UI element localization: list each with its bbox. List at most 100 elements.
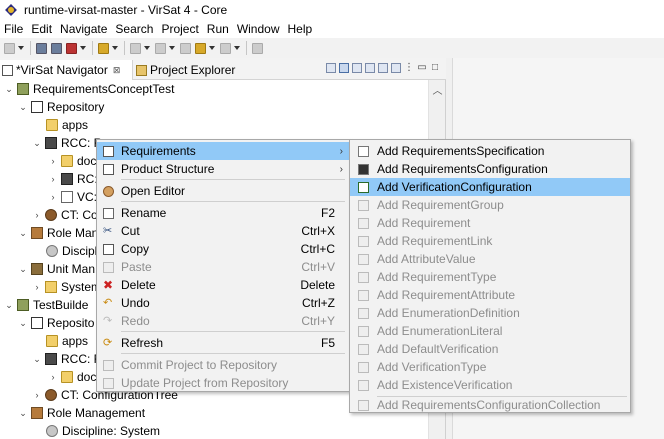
tree-item[interactable]: › RC: (48, 170, 98, 188)
menu-item-copy[interactable]: Copy Ctrl+C (97, 240, 349, 258)
menu-item-refresh[interactable]: ⟳ Refresh F5 (97, 334, 349, 352)
collapse-all-icon[interactable] (326, 63, 336, 73)
tree-item[interactable]: ⌄ Role Management (18, 404, 145, 422)
tree-item[interactable]: › doc (48, 152, 97, 170)
submenu-item-add-enumeration-literal[interactable]: Add EnumerationLiteral (350, 322, 630, 340)
tab-project-explorer[interactable]: Project Explorer (134, 60, 254, 80)
previous-annotation-dropdown-icon[interactable] (169, 46, 175, 50)
next-annotation-icon[interactable] (130, 42, 141, 54)
menu-edit[interactable]: Edit (27, 22, 56, 36)
forward-dropdown-icon[interactable] (234, 46, 240, 50)
filter-icon[interactable] (352, 63, 362, 73)
tree-item[interactable]: ⌄ Role Man (18, 224, 98, 242)
menu-item-update-project[interactable]: Update Project from Repository (97, 374, 349, 392)
menu-item-open-editor[interactable]: Open Editor (97, 182, 349, 200)
build-icon[interactable] (66, 42, 77, 54)
submenu-item-add-existence-verification[interactable]: Add ExistenceVerification (350, 376, 630, 394)
chevron-right-icon[interactable]: › (48, 192, 58, 202)
submenu-item-add-requirements-configuration[interactable]: Add RequirementsConfiguration (350, 160, 630, 178)
menu-help[interactable]: Help (284, 22, 317, 36)
submenu-item-add-requirement-type[interactable]: Add RequirementType (350, 268, 630, 286)
build-dropdown-icon[interactable] (80, 46, 86, 50)
menu-item-cut[interactable]: ✂ Cut Ctrl+X (97, 222, 349, 240)
menu-run[interactable]: Run (203, 22, 233, 36)
minimize-icon[interactable]: ▭ (417, 63, 427, 73)
menu-project[interactable]: Project (157, 22, 202, 36)
last-edit-icon[interactable] (180, 42, 191, 54)
menu-item-paste[interactable]: Paste Ctrl+V (97, 258, 349, 276)
tree-item[interactable]: › VC: (48, 188, 98, 206)
chevron-down-icon[interactable]: ⌄ (18, 102, 28, 113)
menu-item-redo[interactable]: ↷ Redo Ctrl+Y (97, 312, 349, 330)
tree-item[interactable]: ⌄ Unit Man (18, 260, 95, 278)
chevron-right-icon[interactable]: › (32, 282, 42, 292)
menu-item-undo[interactable]: ↶ Undo Ctrl+Z (97, 294, 349, 312)
submenu-item-add-requirement-group[interactable]: Add RequirementGroup (350, 196, 630, 214)
tree-item[interactable]: › doc (48, 368, 97, 386)
tree-item[interactable]: ⌄ RCC: R (32, 350, 102, 368)
submenu-item-add-default-verification[interactable]: Add DefaultVerification (350, 340, 630, 358)
submenu-item-add-attribute-value[interactable]: Add AttributeValue (350, 250, 630, 268)
submenu-item-add-requirement-attribute[interactable]: Add RequirementAttribute (350, 286, 630, 304)
chevron-right-icon[interactable]: › (48, 174, 58, 184)
tree-item[interactable]: Discipline: System (46, 422, 160, 439)
import-icon[interactable] (378, 63, 388, 73)
save-icon[interactable] (36, 42, 47, 54)
tree-item[interactable]: ⌄ RCC: R (32, 134, 102, 152)
tree-item[interactable]: apps (46, 332, 88, 350)
menu-item-requirements[interactable]: Requirements › (97, 142, 349, 160)
chevron-down-icon[interactable]: ⌄ (18, 408, 28, 419)
export-icon[interactable] (391, 63, 401, 73)
submenu-item-add-requirements-configuration-collection[interactable]: Add RequirementsConfigurationCollection (350, 396, 630, 414)
chevron-down-icon[interactable]: ⌄ (4, 84, 14, 95)
close-icon[interactable]: ⊠ (113, 65, 121, 76)
menu-navigate[interactable]: Navigate (56, 22, 111, 36)
back-dropdown-icon[interactable] (209, 46, 215, 50)
menu-item-commit-project[interactable]: Commit Project to Repository (97, 356, 349, 374)
link-with-editor-icon[interactable] (339, 63, 349, 73)
tree-item[interactable]: › System (32, 278, 102, 296)
pin-dropdown-icon[interactable] (112, 46, 118, 50)
chevron-right-icon[interactable]: › (32, 390, 42, 400)
forward-icon[interactable] (220, 42, 231, 54)
chevron-up-icon[interactable]: ︿ (429, 82, 446, 97)
perspective-icon[interactable] (252, 42, 263, 54)
menu-item-delete[interactable]: ✖ Delete Delete (97, 276, 349, 294)
chevron-down-icon[interactable]: ⌄ (4, 300, 14, 311)
submenu-item-add-requirements-specification[interactable]: Add RequirementsSpecification (350, 142, 630, 160)
tree-item[interactable]: › CT: Co (32, 206, 98, 224)
chevron-down-icon[interactable]: ⌄ (18, 228, 28, 239)
next-annotation-dropdown-icon[interactable] (144, 46, 150, 50)
menu-item-product-structure[interactable]: Product Structure › (97, 160, 349, 178)
view-menu-icon[interactable]: ⋮ (404, 63, 414, 73)
tree-item[interactable]: ⌄ Repository (18, 98, 104, 116)
submenu-item-add-requirement[interactable]: Add Requirement (350, 214, 630, 232)
new-icon[interactable] (4, 42, 15, 54)
back-icon[interactable] (195, 42, 206, 54)
tab-virsat-navigator[interactable]: *VirSat Navigator ⊠ (0, 60, 133, 80)
submenu-item-add-verification-type[interactable]: Add VerificationType (350, 358, 630, 376)
tree-item[interactable]: ⌄ RequirementsConceptTest (4, 80, 174, 98)
pin-icon[interactable] (98, 42, 109, 54)
sync-icon[interactable] (365, 63, 375, 73)
menu-file[interactable]: File (0, 22, 27, 36)
chevron-down-icon[interactable]: ⌄ (18, 318, 28, 329)
previous-annotation-icon[interactable] (155, 42, 166, 54)
submenu-item-add-enumeration-definition[interactable]: Add EnumerationDefinition (350, 304, 630, 322)
chevron-down-icon[interactable]: ⌄ (32, 138, 42, 149)
menu-window[interactable]: Window (233, 22, 284, 36)
tree-item[interactable]: apps (46, 116, 88, 134)
menu-item-rename[interactable]: Rename F2 (97, 204, 349, 222)
tree-item[interactable]: ⌄ TestBuilde (4, 296, 88, 314)
save-all-icon[interactable] (51, 42, 62, 54)
chevron-right-icon[interactable]: › (32, 210, 42, 220)
chevron-right-icon[interactable]: › (48, 372, 58, 382)
tree-item[interactable]: Discipl (46, 242, 97, 260)
menu-search[interactable]: Search (111, 22, 157, 36)
submenu-item-add-verification-configuration[interactable]: Add VerificationConfiguration (350, 178, 630, 196)
tree-item[interactable]: ⌄ Reposito (18, 314, 94, 332)
maximize-icon[interactable]: □ (430, 63, 440, 73)
chevron-down-icon[interactable]: ⌄ (18, 264, 28, 275)
new-dropdown-icon[interactable] (18, 46, 24, 50)
submenu-item-add-requirement-link[interactable]: Add RequirementLink (350, 232, 630, 250)
